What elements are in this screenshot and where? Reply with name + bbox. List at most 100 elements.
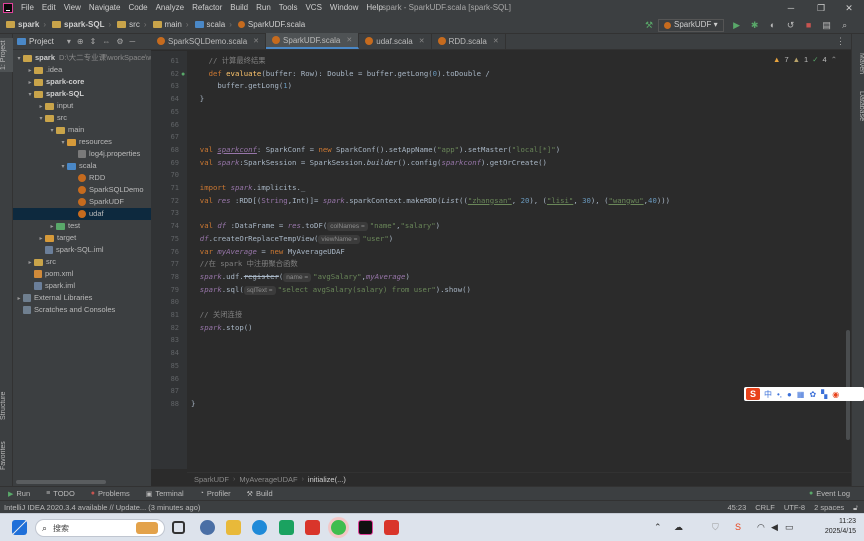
code-breadcrumb-item[interactable]: SparkUDF (190, 475, 233, 484)
tool-window-build[interactable]: ⚒ Build (239, 489, 281, 498)
menu-item-analyze[interactable]: Analyze (152, 0, 188, 16)
wps-icon[interactable] (305, 520, 320, 535)
tree-item-external-libraries[interactable]: ▸ External Libraries (13, 292, 151, 304)
tool-window-profiler[interactable]: ◔ Profiler (192, 489, 239, 498)
tree-item-main[interactable]: ▾ main (13, 124, 151, 136)
close-tab-icon[interactable]: ✕ (419, 34, 425, 49)
search-everywhere-icon[interactable]: ⌕ (838, 18, 852, 32)
tree-item-sparksqldemo[interactable]: SparkSQLDemo (13, 184, 151, 196)
green-app-icon[interactable] (279, 520, 294, 535)
debug-icon[interactable]: ✱ (748, 18, 762, 32)
cloud-icon[interactable]: ☁ (674, 522, 683, 533)
tree-item-pom-xml[interactable]: pom.xml (13, 268, 151, 280)
tree-item-scratches-and-consoles[interactable]: Scratches and Consoles (13, 304, 151, 316)
windows-start-icon[interactable] (12, 520, 27, 535)
skin-icon[interactable]: ✿ (809, 390, 816, 399)
punctuation-icon[interactable]: •, (777, 390, 782, 399)
edge-browser-icon[interactable] (252, 520, 267, 535)
wps-writer-icon[interactable] (384, 520, 399, 535)
tree-item-scala[interactable]: ▾ scala (13, 160, 151, 172)
close-tab-icon[interactable]: ✕ (253, 34, 259, 49)
intellij-taskbar-icon[interactable] (358, 520, 373, 535)
menu-item-file[interactable]: File (17, 0, 38, 16)
override-marker-icon[interactable]: ● (181, 71, 185, 78)
build-hammer-icon[interactable]: ⚒ (642, 18, 656, 32)
tree-item-rdd[interactable]: RDD (13, 172, 151, 184)
menu-item-window[interactable]: Window (326, 0, 362, 16)
expand-all-icon[interactable]: ⇔ (102, 37, 110, 46)
code-editor[interactable]: // 计算最终结果 def evaluate(buffer: Row): Dou… (187, 51, 851, 469)
editor-vertical-scrollbar[interactable] (846, 330, 850, 440)
menu-item-edit[interactable]: Edit (38, 0, 60, 16)
close-window-button[interactable]: ✕ (834, 0, 864, 16)
sogou-tray-icon[interactable]: S (735, 522, 741, 532)
menu-item-vcs[interactable]: VCS (301, 0, 325, 16)
menu-item-run[interactable]: Run (252, 0, 275, 16)
tree-horizontal-scrollbar[interactable] (16, 480, 106, 484)
inspection-widget[interactable]: ▲ 7 ▲ 1 ✓ 4 ⌃ (773, 54, 841, 64)
structure-tool-tab[interactable]: Structure (0, 389, 13, 423)
security-icon[interactable]: ⛉ (712, 522, 719, 533)
breadcrumb-item[interactable]: spark-SQL › (49, 20, 114, 29)
close-tab-icon[interactable]: ✕ (346, 33, 352, 48)
task-view-icon[interactable] (172, 521, 185, 534)
maximize-button[interactable]: ❐ (806, 0, 836, 16)
tree-item-resources[interactable]: ▾ resources (13, 136, 151, 148)
run-configuration-select[interactable]: SparkUDF ▾ (658, 18, 724, 32)
breadcrumb-item[interactable]: src › (114, 20, 149, 29)
settings-gear-icon[interactable]: ⚙ (116, 37, 123, 46)
minimize-button[interactable]: ─ (776, 0, 806, 16)
editor-tab-udaf-scala[interactable]: udaf.scala ✕ (359, 33, 432, 49)
volume-icon[interactable]: ◀ (771, 522, 778, 533)
hide-panel-icon[interactable]: ─ (130, 37, 136, 46)
tree-item-spark-core[interactable]: ▸ spark-core (13, 76, 151, 88)
favorites-tool-tab[interactable]: Favorites (0, 439, 13, 473)
tree-item-spark-sql[interactable]: ▾ spark-SQL (13, 88, 151, 100)
tree-item-test[interactable]: ▸ test (13, 220, 151, 232)
breadcrumb-item[interactable]: scala › (192, 20, 235, 29)
menu-item-navigate[interactable]: Navigate (85, 0, 125, 16)
project-structure-icon[interactable]: ▤ (820, 18, 834, 32)
tree-item-udaf[interactable]: udaf (13, 208, 151, 220)
breadcrumb-item[interactable]: spark › (3, 20, 49, 29)
tree-item-src[interactable]: ▾ src (13, 112, 151, 124)
event-log-button[interactable]: ● Event Log (801, 489, 858, 498)
wechat-icon[interactable] (331, 520, 346, 535)
tab-list-menu-icon[interactable]: ⋮ (836, 36, 845, 47)
run-icon[interactable]: ▶ (730, 18, 744, 32)
menu-item-build[interactable]: Build (226, 0, 252, 16)
code-breadcrumb-item[interactable]: initialize(...) (304, 475, 350, 484)
file-explorer-icon[interactable] (226, 520, 241, 535)
coverage-icon[interactable]: ◐ (766, 18, 780, 32)
keyboard-icon[interactable]: ▦ (797, 390, 805, 399)
tool-window-terminal[interactable]: ▣ Terminal (138, 489, 192, 498)
code-breadcrumb-item[interactable]: MyAverageUDAF (235, 475, 301, 484)
menu-item-refactor[interactable]: Refactor (188, 0, 226, 16)
chevron-up-icon[interactable]: ⌃ (831, 55, 837, 64)
clock[interactable]: 11:23 2025/4/15 (825, 517, 856, 537)
tree-item-spark-iml[interactable]: spark.iml (13, 280, 151, 292)
stop-icon[interactable]: ■ (802, 18, 816, 32)
tree-item-input[interactable]: ▸ input (13, 100, 151, 112)
editor-tab-rdd-scala[interactable]: RDD.scala ✕ (432, 33, 506, 49)
editor-tab-sparkudf-scala[interactable]: SparkUDF.scala ✕ (266, 33, 360, 49)
tree-item-target[interactable]: ▸ target (13, 232, 151, 244)
dropdown-icon[interactable]: ▾ (67, 37, 71, 46)
menu-item-view[interactable]: View (60, 0, 85, 16)
toolbox-icon[interactable]: ▚ (821, 390, 827, 399)
tree-item-log4j-properties[interactable]: log4j.properties (13, 148, 151, 160)
close-tab-icon[interactable]: ✕ (493, 34, 499, 49)
ime-toolbar[interactable]: S 中 •, ● ▦ ✿ ▚ ◉ (744, 387, 864, 401)
tree-item--idea[interactable]: ▸ .idea (13, 64, 151, 76)
tray-chevron-icon[interactable]: ⌃ (654, 522, 662, 533)
project-panel-title[interactable]: Project (29, 37, 54, 46)
database-tool-tab[interactable]: Database (853, 88, 864, 124)
more-icon[interactable]: ◉ (832, 390, 839, 399)
tool-window-problems[interactable]: ● Problems (83, 489, 138, 498)
editor-tab-sparksqldemo-scala[interactable]: SparkSQLDemo.scala ✕ (151, 33, 267, 49)
maven-tool-tab[interactable]: Maven (853, 50, 864, 78)
settings-app-icon[interactable] (200, 520, 215, 535)
tree-item-src[interactable]: ▸ src (13, 256, 151, 268)
microphone-icon[interactable]: ● (787, 390, 792, 399)
battery-icon[interactable]: ▭ (785, 522, 794, 533)
